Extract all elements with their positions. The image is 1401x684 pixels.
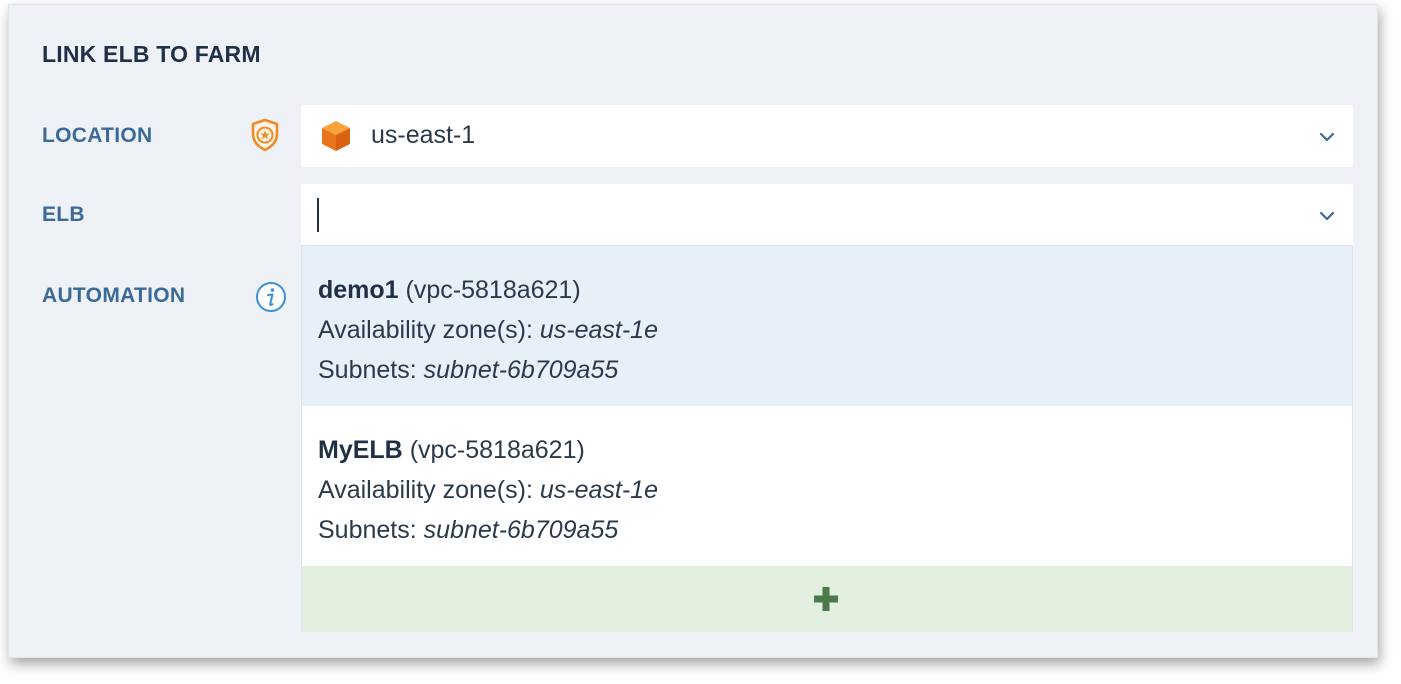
chevron-down-icon[interactable] xyxy=(1317,206,1337,226)
option-zones: us-east-1e xyxy=(539,316,658,344)
location-select[interactable]: us-east-1 xyxy=(301,105,1353,167)
option-subnets-label: Subnets: xyxy=(318,356,417,384)
option-name: demo1 xyxy=(318,276,399,304)
elb-option-myelb[interactable]: MyELB (vpc-5818a621) Availability zone(s… xyxy=(302,406,1352,566)
region-cube-icon xyxy=(322,121,350,151)
elb-option-demo1[interactable]: demo1 (vpc-5818a621) Availability zone(s… xyxy=(302,246,1352,406)
option-zones-label: Availability zone(s): xyxy=(318,316,533,344)
option-name: MyELB xyxy=(318,436,403,464)
elb-label: ELB xyxy=(42,203,85,226)
text-cursor xyxy=(317,198,319,232)
dialog-title: LINK ELB TO FARM xyxy=(42,41,261,67)
option-subnets: subnet-6b709a55 xyxy=(423,356,619,384)
link-elb-dialog: LINK ELB TO FARM LOCATION us-east-1 ELB … xyxy=(8,4,1378,658)
plus-icon xyxy=(814,587,838,611)
policy-shield-icon[interactable] xyxy=(249,118,281,152)
option-zones-label: Availability zone(s): xyxy=(318,476,533,504)
option-zones: us-east-1e xyxy=(539,476,658,504)
add-elb-button[interactable] xyxy=(302,566,1352,632)
option-vpc: (vpc-5818a621) xyxy=(409,436,585,464)
option-vpc: (vpc-5818a621) xyxy=(405,276,581,304)
automation-label: AUTOMATION xyxy=(42,284,186,307)
chevron-down-icon[interactable] xyxy=(1317,127,1337,147)
elb-combobox-input[interactable] xyxy=(301,184,1353,246)
location-value: us-east-1 xyxy=(371,121,476,149)
option-subnets-label: Subnets: xyxy=(318,516,417,544)
option-subnets: subnet-6b709a55 xyxy=(423,516,619,544)
info-icon[interactable] xyxy=(255,281,287,313)
elb-dropdown-list: demo1 (vpc-5818a621) Availability zone(s… xyxy=(301,246,1353,632)
location-label: LOCATION xyxy=(42,124,153,147)
